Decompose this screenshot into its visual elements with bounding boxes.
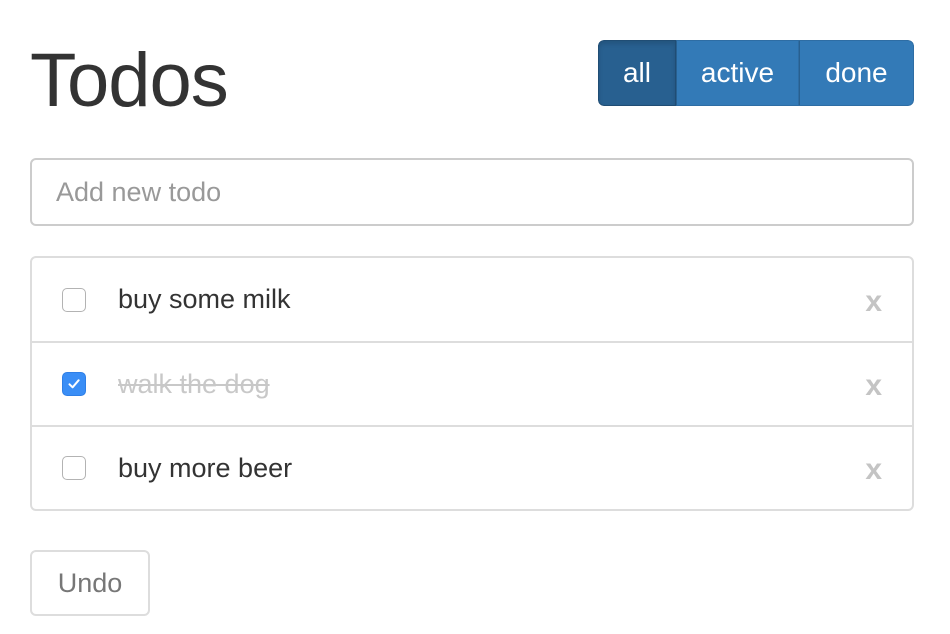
delete-todo-button[interactable]: x: [865, 454, 882, 485]
filter-done-button[interactable]: done: [799, 40, 914, 106]
todo-item: walk the dog x: [32, 341, 912, 425]
todo-item: buy some milk x: [32, 258, 912, 341]
todo-list: buy some milk x walk the dog x buy more …: [30, 256, 914, 511]
delete-todo-button[interactable]: x: [865, 286, 882, 316]
page-title: Todos: [30, 38, 229, 123]
todo-checkbox[interactable]: [62, 287, 86, 312]
todo-text: walk the dog: [118, 368, 270, 399]
filter-button-group: all active done: [598, 40, 914, 106]
checkmark-icon: [68, 379, 80, 389]
todo-text: buy more beer: [118, 452, 293, 483]
filter-all-button[interactable]: all: [598, 40, 676, 106]
new-todo-input[interactable]: [30, 158, 914, 226]
undo-button[interactable]: Undo: [30, 550, 150, 616]
todo-checkbox[interactable]: [62, 372, 86, 396]
todo-checkbox[interactable]: [62, 456, 86, 480]
filter-active-button[interactable]: active: [676, 40, 799, 106]
todo-text: buy some milk: [118, 284, 291, 314]
todo-item: buy more beer x: [32, 425, 912, 509]
delete-todo-button[interactable]: x: [865, 370, 882, 401]
